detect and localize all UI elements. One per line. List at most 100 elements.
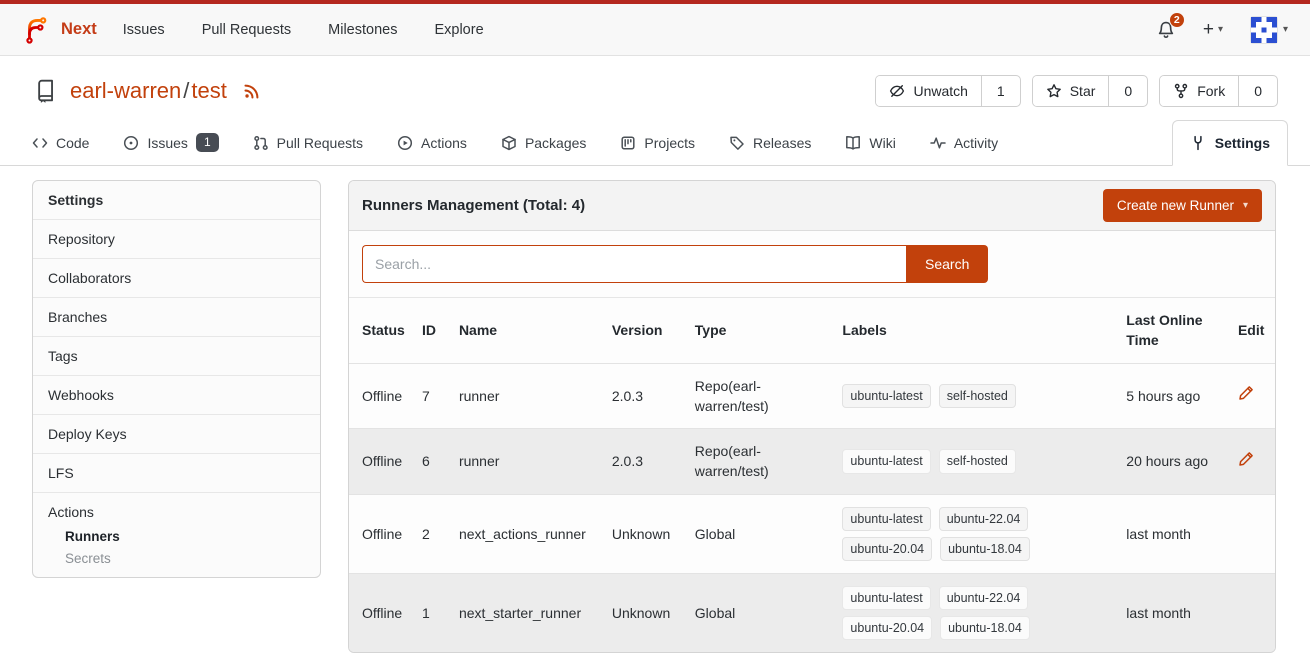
column-header-labels: Labels — [834, 298, 1118, 363]
column-header-type: Type — [687, 298, 835, 363]
fork-icon — [1173, 83, 1189, 99]
sidebar-item-branches[interactable]: Branches — [33, 298, 320, 337]
sidebar-actions-children: Runners Secrets — [48, 529, 305, 566]
tab-code[interactable]: Code — [32, 120, 89, 165]
runners-panel-header: Runners Management (Total: 4) Create new… — [349, 181, 1275, 231]
nav-link-milestones[interactable]: Milestones — [328, 22, 397, 38]
repo-name-link[interactable]: test — [191, 78, 226, 103]
repo-title: earl-warren/test — [32, 78, 261, 104]
tab-projects[interactable]: Projects — [620, 120, 695, 165]
pull-request-icon — [253, 135, 269, 151]
runner-status: Offline — [349, 494, 414, 573]
tab-settings[interactable]: Settings — [1172, 120, 1288, 166]
runner-type: Repo(earl-warren/test) — [687, 429, 835, 495]
sidebar-item-deploy-keys[interactable]: Deploy Keys — [33, 415, 320, 454]
tab-issues[interactable]: Issues 1 — [123, 120, 218, 165]
issue-icon — [123, 135, 139, 151]
runner-label-chip: ubuntu-20.04 — [842, 537, 932, 561]
rss-icon[interactable] — [243, 82, 261, 100]
nav-link-explore[interactable]: Explore — [434, 22, 483, 38]
tag-icon — [729, 135, 745, 151]
caret-down-icon: ▾ — [1218, 24, 1223, 35]
search-button[interactable]: Search — [906, 245, 988, 283]
nav-link-issues[interactable]: Issues — [123, 22, 165, 38]
tab-actions[interactable]: Actions — [397, 120, 467, 165]
star-button[interactable]: Star — [1033, 76, 1110, 106]
notifications-button[interactable]: 2 — [1156, 20, 1176, 40]
sidebar-header: Settings — [33, 181, 320, 220]
star-icon — [1046, 83, 1062, 99]
brand-name: Next — [61, 20, 97, 39]
runner-labels-cell: ubuntu-latestubuntu-22.04ubuntu-20.04ubu… — [834, 574, 1118, 653]
edit-runner-pencil-icon[interactable] — [1238, 451, 1254, 467]
create-menu-button[interactable]: + ▾ — [1203, 20, 1223, 39]
runner-labels-cell: ubuntu-latestself-hosted — [834, 429, 1118, 495]
tab-pull-requests[interactable]: Pull Requests — [253, 120, 363, 165]
tab-label: Releases — [753, 135, 811, 151]
package-icon — [501, 135, 517, 151]
code-icon — [32, 135, 48, 151]
eye-slash-icon — [889, 83, 905, 99]
sidebar-item-repository[interactable]: Repository — [33, 220, 320, 259]
star-group: Star 0 — [1032, 75, 1148, 107]
runner-version: 2.0.3 — [604, 429, 687, 495]
runner-status: Offline — [349, 574, 414, 653]
runner-type: Repo(earl-warren/test) — [687, 363, 835, 429]
runner-name: runner — [451, 363, 604, 429]
star-label: Star — [1070, 83, 1096, 99]
runner-row: Offline2next_actions_runnerUnknownGlobal… — [349, 494, 1275, 573]
tab-count-badge: 1 — [196, 133, 219, 151]
forks-count[interactable]: 0 — [1239, 76, 1277, 106]
panel-title: Runners Management (Total: 4) — [362, 197, 585, 214]
sidebar-item-lfs[interactable]: LFS — [33, 454, 320, 493]
create-new-runner-label: Create new Runner — [1117, 198, 1234, 213]
column-header-edit: Edit — [1230, 298, 1275, 363]
runner-id: 6 — [414, 429, 451, 495]
tab-packages[interactable]: Packages — [501, 120, 586, 165]
plus-icon: + — [1203, 20, 1214, 39]
content: Settings RepositoryCollaboratorsBranches… — [0, 166, 1310, 653]
search-input[interactable] — [362, 245, 906, 283]
stars-count[interactable]: 0 — [1109, 76, 1147, 106]
runner-version: Unknown — [604, 494, 687, 573]
forgejo-logo-icon — [22, 15, 52, 45]
sidebar-item-tags[interactable]: Tags — [33, 337, 320, 376]
runner-row: Offline6runner2.0.3Repo(earl-warren/test… — [349, 429, 1275, 495]
unwatch-button[interactable]: Unwatch — [876, 76, 981, 106]
nav-link-pull-requests[interactable]: Pull Requests — [202, 22, 291, 38]
runner-edit-cell — [1230, 429, 1275, 495]
tab-label: Projects — [644, 135, 695, 151]
runner-label-chip: ubuntu-22.04 — [939, 507, 1029, 531]
sidebar-item-webhooks[interactable]: Webhooks — [33, 376, 320, 415]
edit-runner-pencil-icon[interactable] — [1238, 385, 1254, 401]
sidebar-item-actions[interactable]: Actions — [48, 504, 305, 520]
tab-activity[interactable]: Activity — [930, 120, 998, 165]
repo-owner-link[interactable]: earl-warren — [70, 78, 181, 103]
runner-labels-cell: ubuntu-latestself-hosted — [834, 363, 1118, 429]
navbar-right: 2 + ▾ ▾ — [1156, 16, 1288, 44]
notification-count-badge: 2 — [1169, 12, 1185, 28]
watchers-count[interactable]: 1 — [982, 76, 1020, 106]
runner-version: Unknown — [604, 574, 687, 653]
runner-row: Offline1next_starter_runnerUnknownGlobal… — [349, 574, 1275, 653]
runner-edit-cell — [1230, 574, 1275, 653]
create-new-runner-button[interactable]: Create new Runner ▾ — [1103, 189, 1262, 222]
runner-type: Global — [687, 574, 835, 653]
repo-actions: Unwatch 1 Star 0 — [875, 75, 1278, 107]
user-menu-button[interactable]: ▾ — [1250, 16, 1288, 44]
fork-button[interactable]: Fork — [1160, 76, 1239, 106]
column-header-name: Name — [451, 298, 604, 363]
column-header-version: Version — [604, 298, 687, 363]
tab-label: Issues — [147, 135, 187, 151]
sidebar-item-runners[interactable]: Runners — [65, 529, 305, 544]
settings-tab-label: Settings — [1215, 135, 1270, 151]
home-link[interactable]: Next — [22, 15, 97, 45]
tab-releases[interactable]: Releases — [729, 120, 811, 165]
tab-wiki[interactable]: Wiki — [845, 120, 895, 165]
runners-panel: Runners Management (Total: 4) Create new… — [348, 180, 1276, 653]
search-section: Search — [349, 231, 1275, 298]
runner-label-chip: ubuntu-20.04 — [842, 616, 932, 640]
sidebar-item-secrets[interactable]: Secrets — [65, 551, 305, 566]
runner-name: next_actions_runner — [451, 494, 604, 573]
sidebar-item-collaborators[interactable]: Collaborators — [33, 259, 320, 298]
